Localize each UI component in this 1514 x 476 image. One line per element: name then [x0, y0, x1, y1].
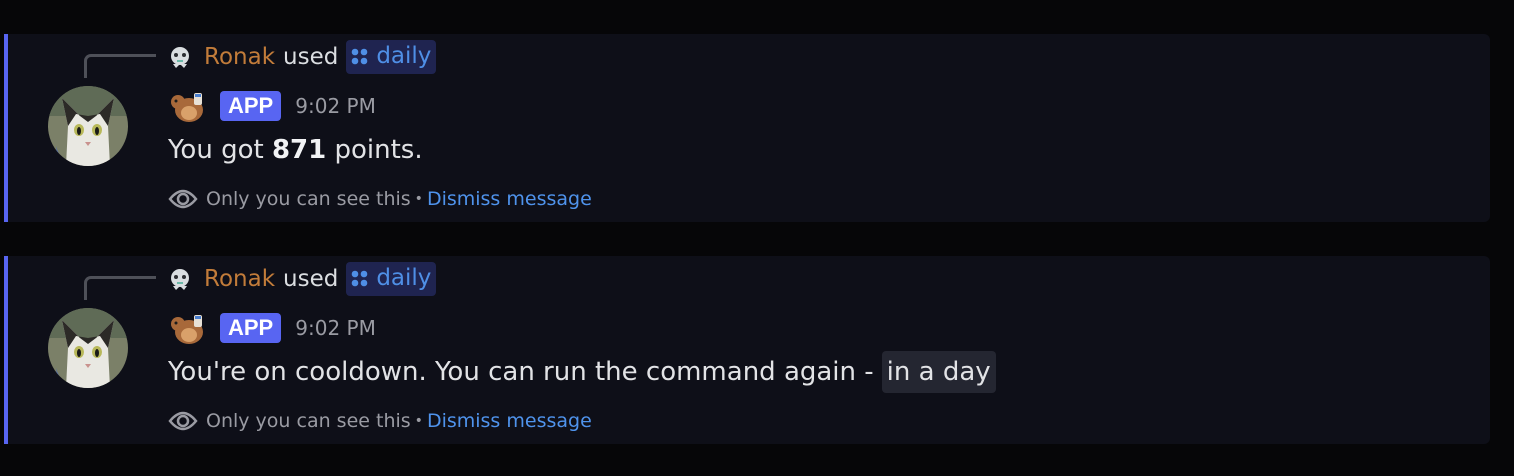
content-suffix: points. [326, 135, 423, 165]
ephemeral-notice: Only you can see this • Dismiss message [168, 182, 592, 216]
relative-time-chip[interactable]: in a day [881, 351, 996, 393]
message-content: You're on cooldown. You can run the comm… [168, 351, 996, 393]
message-content: You got 871 points. [168, 130, 423, 170]
cat-avatar-icon [48, 86, 128, 166]
slash-command-icon [352, 48, 368, 64]
avatar[interactable] [48, 86, 128, 166]
ephemeral-message: Ronak used daily [4, 34, 1490, 222]
only-you-text: Only you can see this [206, 410, 411, 432]
dismiss-message-link[interactable]: Dismiss message [427, 188, 592, 210]
ephemeral-notice: Only you can see this • Dismiss message [168, 404, 592, 438]
reply-context[interactable]: Ronak used daily [168, 260, 437, 298]
message-header: APP 9:02 PM [168, 310, 376, 346]
cat-avatar-icon [48, 308, 128, 388]
dismiss-message-link[interactable]: Dismiss message [427, 410, 592, 432]
separator-dot: • [414, 413, 423, 429]
ghost-avatar-icon [171, 269, 189, 290]
command-mention[interactable]: daily [346, 40, 437, 74]
message-header: APP 9:02 PM [168, 88, 376, 124]
reply-username[interactable]: Ronak [204, 266, 275, 292]
slash-command-icon [352, 270, 368, 286]
eye-icon [168, 189, 198, 209]
ghost-avatar-icon [171, 47, 189, 68]
app-badge: APP [220, 91, 282, 121]
eye-icon [168, 411, 198, 431]
otter-bot-icon[interactable] [168, 311, 206, 345]
reply-spine [84, 54, 156, 78]
timestamp[interactable]: 9:02 PM [295, 316, 376, 340]
reply-context[interactable]: Ronak used daily [168, 38, 437, 76]
only-you-text: Only you can see this [206, 188, 411, 210]
reply-spine [84, 276, 156, 300]
content-text: You're on cooldown. You can run the comm… [168, 357, 874, 387]
reply-used-text: used [283, 266, 339, 292]
separator-dot: • [414, 191, 423, 207]
reply-username[interactable]: Ronak [204, 44, 275, 70]
reply-used-text: used [283, 44, 339, 70]
avatar[interactable] [48, 308, 128, 388]
ephemeral-message: Ronak used daily [4, 256, 1490, 444]
command-name: daily [376, 265, 432, 291]
points-value: 871 [271, 135, 327, 165]
timestamp[interactable]: 9:02 PM [295, 94, 376, 118]
content-prefix: You got [168, 135, 272, 165]
app-badge: APP [220, 313, 282, 343]
command-mention[interactable]: daily [346, 262, 437, 296]
command-name: daily [376, 43, 432, 69]
otter-bot-icon[interactable] [168, 89, 206, 123]
